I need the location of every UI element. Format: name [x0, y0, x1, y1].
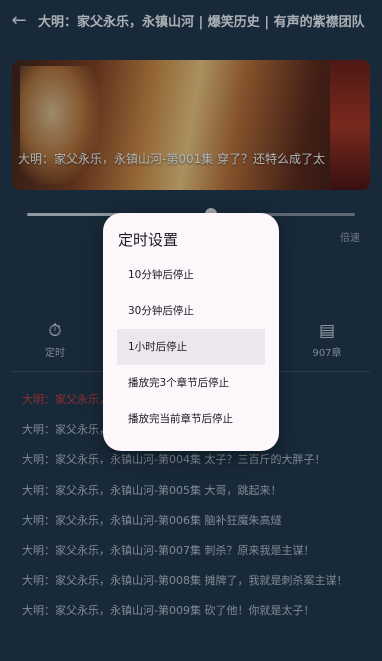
timer-option-1hour[interactable]: 1小时后停止	[117, 329, 265, 365]
timer-option-30min[interactable]: 30分钟后停止	[117, 293, 265, 329]
timer-option-3-chapters[interactable]: 播放完3个章节后停止	[117, 365, 265, 401]
timer-option-10min[interactable]: 10分钟后停止	[117, 257, 265, 293]
dialog-title: 定时设置	[118, 231, 179, 249]
timer-dialog: 定时设置 10分钟后停止 30分钟后停止 1小时后停止 播放完3个章节后停止 播…	[103, 213, 279, 451]
timer-option-current-chapter[interactable]: 播放完当前章节后停止	[117, 401, 265, 437]
